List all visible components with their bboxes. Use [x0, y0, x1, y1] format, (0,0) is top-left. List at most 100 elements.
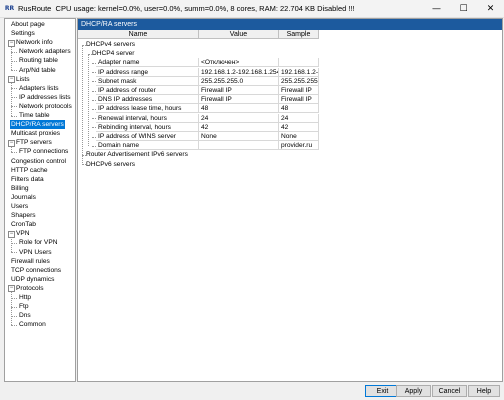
column-header-value[interactable]: Value [199, 30, 279, 39]
property-sample: Firewall IP [279, 86, 319, 95]
tree-item-shapers[interactable]: Shapers [10, 211, 37, 220]
tree-guide-line [11, 297, 17, 299]
collapse-toggle-icon[interactable]: − [8, 39, 15, 47]
property-name: Adapter name [96, 58, 199, 68]
tree-item-congestion-control[interactable]: Congestion control [10, 157, 67, 166]
property-sample: 192.168.1.2- [279, 67, 319, 77]
tree-item-http-cache[interactable]: HTTP cache [10, 166, 49, 175]
tree-item-crontab[interactable]: CronTab [10, 220, 37, 229]
tree-item-adapters-lists[interactable]: Adapters lists [18, 84, 60, 93]
maximize-button[interactable]: ☐ [450, 0, 477, 17]
property-value[interactable]: None [199, 132, 279, 141]
tree-item-network-info[interactable]: Network info [15, 38, 54, 47]
collapse-toggle-icon[interactable]: − [8, 139, 15, 147]
property-name: Subnet mask [96, 76, 199, 86]
property-value[interactable]: Firewall IP [199, 86, 279, 95]
property-sample [279, 58, 319, 68]
tree-item-dns[interactable]: Dns [18, 311, 32, 320]
exit-button[interactable]: Exit [365, 385, 400, 397]
property-sample: 24 [279, 113, 319, 123]
tree-item-journals[interactable]: Journals [10, 193, 37, 202]
tree-guide-line [11, 97, 17, 99]
collapse-toggle-icon[interactable]: − [8, 230, 15, 238]
property-sample: None [279, 132, 319, 141]
tree-item-ftp[interactable]: Ftp [18, 302, 30, 311]
property-sample: 255.255.255 [279, 76, 319, 86]
tree-item-about-page[interactable]: About page [10, 20, 46, 29]
group-dhcpv4-server[interactable]: DHCP4 server [92, 49, 135, 58]
tree-guide-line [11, 324, 17, 326]
group-router-advertisement[interactable]: Router Advertisement IPv6 servers [86, 150, 188, 159]
tree-guide-line [11, 252, 17, 253]
property-value[interactable]: 192.168.1.2-192.168.1.254 [199, 67, 279, 77]
tree-item-http[interactable]: Http [18, 293, 32, 302]
navigation-tree[interactable]: About page Settings − Network info Network a… [4, 18, 76, 382]
property-name: IP address range [96, 67, 199, 77]
column-header-name[interactable]: Name [78, 30, 199, 39]
group-dhcpv6-servers[interactable]: DHCPv6 servers [86, 160, 135, 169]
tree-item-ip-addresses-lists[interactable]: IP addresses lists [18, 93, 72, 102]
tree-item-firewall-rules[interactable]: Firewall rules [10, 257, 51, 266]
tree-guide-line [11, 315, 17, 317]
property-value[interactable]: 42 [199, 122, 279, 132]
tree-item-tcp-connections[interactable]: TCP connections [10, 266, 62, 275]
property-value[interactable]: <Отключен> [199, 58, 279, 68]
tree-item-billing[interactable]: Billing [10, 184, 30, 193]
cancel-button[interactable]: Cancel [432, 385, 467, 397]
tree-item-ftp-servers[interactable]: FTP servers [15, 138, 53, 147]
tree-item-multicast-proxies[interactable]: Multicast proxies [10, 129, 61, 138]
tree-guide-line [11, 115, 17, 117]
tree-guide-line [11, 306, 17, 308]
tree-item-lists[interactable]: Lists [15, 75, 31, 84]
status-text: CPU usage: kernel=0.0%, user=0.0%, summ=… [55, 4, 355, 13]
tree-item-udp-dynamics[interactable]: UDP dynamics [10, 275, 55, 284]
close-button[interactable]: ✕ [477, 0, 504, 17]
tree-item-common[interactable]: Common [18, 320, 47, 329]
tree-item-filters-data[interactable]: Filters data [10, 175, 45, 184]
property-name: Rebinding interval, hours [96, 122, 199, 132]
help-button[interactable]: Help [468, 385, 500, 397]
tree-guide-line [11, 242, 17, 244]
property-name: DNS IP addresses [96, 95, 199, 105]
tree-item-role-for-vpn[interactable]: Role for VPN [18, 238, 58, 247]
tree-guide-line [11, 81, 12, 116]
minimize-button[interactable]: — [423, 0, 450, 17]
title-bar: RR RusRoute CPU usage: kernel=0.0%, user… [0, 0, 504, 18]
collapse-toggle-icon[interactable]: − [8, 76, 15, 84]
tree-guide-line [11, 60, 17, 62]
tree-item-network-adapters[interactable]: Network adapters [18, 47, 72, 56]
property-sample: 48 [279, 104, 319, 114]
property-value[interactable]: Firewall IP [199, 95, 279, 105]
property-name: IP address lease time, hours [96, 104, 199, 114]
grid-guide-line [82, 164, 86, 166]
tree-item-dhcp-ra-servers[interactable]: DHCP/RA servers [10, 120, 65, 130]
grid-guide-line [88, 53, 92, 55]
tree-item-protocols[interactable]: Protocols [15, 284, 45, 293]
tree-item-ftp-connections[interactable]: FTP connections [18, 147, 69, 156]
tree-guide-line [11, 70, 17, 71]
grid-guide-line [82, 154, 86, 156]
tree-item-routing-table[interactable]: Routing table [18, 56, 59, 65]
property-value[interactable]: 48 [199, 104, 279, 114]
property-value[interactable]: 24 [199, 113, 279, 123]
property-value[interactable] [199, 141, 279, 151]
column-header-sample[interactable]: Sample [279, 30, 319, 39]
tree-item-users[interactable]: Users [10, 202, 29, 211]
grid-guide-line [82, 44, 86, 46]
tree-item-network-protocols[interactable]: Network protocols [18, 102, 73, 111]
tree-guide-line [11, 151, 17, 153]
tree-item-vpn-users[interactable]: VPN Users [18, 248, 53, 257]
tree-item-arp-nd-table[interactable]: Arp/Nd table [18, 66, 57, 75]
property-sample: provider.ru [279, 141, 319, 151]
tree-guide-line [11, 236, 12, 253]
property-sample: Firewall IP [279, 95, 319, 105]
property-value[interactable]: 255.255.255.0 [199, 76, 279, 86]
app-name: RusRoute [18, 4, 52, 13]
apply-button[interactable]: Apply [396, 385, 431, 397]
collapse-toggle-icon[interactable]: − [8, 285, 15, 293]
grid-guide-line [88, 54, 89, 147]
group-dhcpv4-servers[interactable]: DHCPv4 servers [86, 40, 135, 49]
tree-item-settings[interactable]: Settings [10, 29, 36, 38]
tree-item-time-table[interactable]: Time table [18, 111, 51, 120]
tree-item-vpn[interactable]: VPN [15, 229, 31, 238]
